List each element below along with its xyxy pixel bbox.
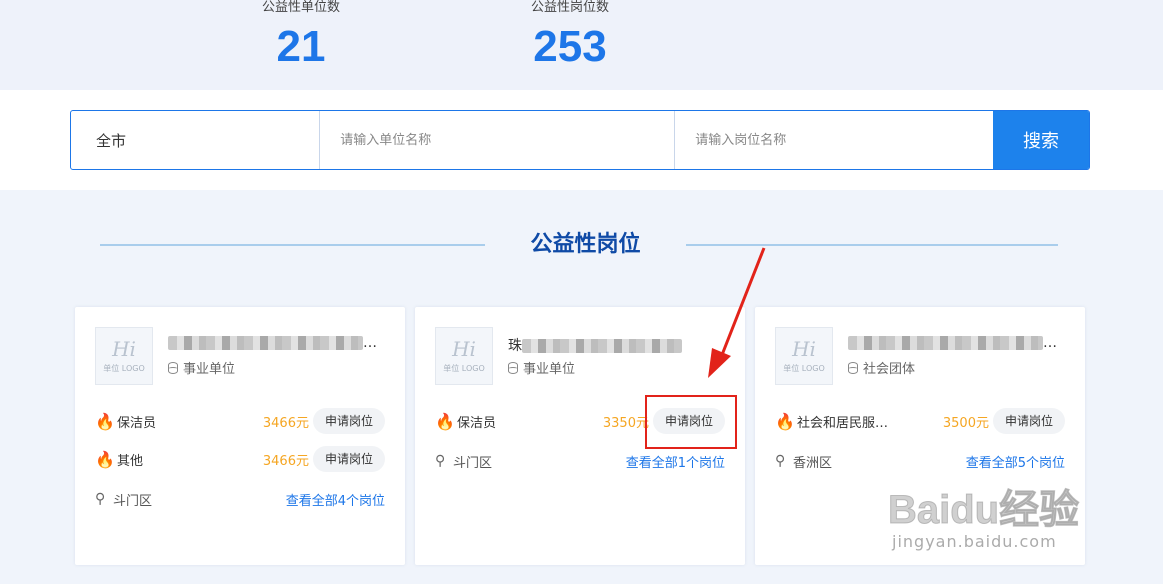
baidu-watermark: Baidu经验 jingyan.baidu.com <box>888 488 1158 560</box>
view-all-link[interactable]: 查看全部1个岗位 <box>626 452 725 471</box>
search-button[interactable]: 搜索 <box>993 111 1089 169</box>
view-all-link[interactable]: 查看全部4个岗位 <box>286 490 385 509</box>
org-logo: Hi 单位 LOGO <box>95 327 153 385</box>
stat-label: 公益性岗位数 <box>530 0 609 15</box>
org-name[interactable]: … <box>168 335 378 355</box>
job-salary: 3466元 <box>262 453 309 469</box>
apply-button[interactable]: 申请岗位 <box>312 446 385 472</box>
job-row: 🔥 保洁员 3466元 申请岗位 <box>95 407 385 435</box>
card-footer: ⚲ 斗门区 查看全部4个岗位 <box>95 487 385 511</box>
location-pin-icon: ⚲ <box>775 453 786 469</box>
org-logo: Hi 单位 LOGO <box>435 327 493 385</box>
stat-value: 21 <box>276 22 326 71</box>
database-icon <box>168 361 178 374</box>
search-section: 全市 搜索 <box>0 90 1163 190</box>
district: 斗门区 <box>113 493 153 509</box>
card-footer: ⚲ 香洲区 查看全部5个岗位 <box>775 449 1065 473</box>
blurred-name <box>168 336 363 350</box>
stat-value: 253 <box>533 22 607 71</box>
location-pin-icon: ⚲ <box>95 491 106 507</box>
unit-name-input[interactable] <box>320 111 676 169</box>
apply-button[interactable]: 申请岗位 <box>312 408 385 434</box>
job-row: 🔥 其他 3466元 申请岗位 <box>95 445 385 473</box>
stats-header: 公益性单位数 21 公益性岗位数 253 <box>0 0 1163 90</box>
job-salary: 3500元 <box>942 415 989 431</box>
job-salary: 3350元 <box>602 415 649 431</box>
search-bar: 全市 搜索 <box>70 110 1090 170</box>
post-name-input[interactable] <box>675 111 994 169</box>
job-name[interactable]: 其他 <box>117 450 263 469</box>
location-pin-icon: ⚲ <box>435 453 446 469</box>
blurred-name <box>848 336 1043 350</box>
logo-text: 单位 LOGO <box>443 364 485 373</box>
watermark-url: jingyan.baidu.com <box>892 532 1057 551</box>
stat-label: 公益性单位数 <box>261 0 340 15</box>
org-name[interactable]: … <box>848 335 1058 355</box>
org-card[interactable]: Hi 单位 LOGO … 事业单位 🔥 保洁员 3466元 申请岗位 🔥 其他 … <box>75 307 405 565</box>
org-type: 社会团体 <box>848 358 915 377</box>
blurred-name <box>522 339 682 353</box>
section-title-text: 公益性岗位 <box>530 232 641 257</box>
database-icon <box>848 361 858 374</box>
title-divider-right <box>686 244 1058 246</box>
title-divider-left <box>100 244 485 246</box>
watermark-brand: Baidu经验 <box>888 488 1080 533</box>
red-highlight-box <box>645 395 737 449</box>
org-logo: Hi 单位 LOGO <box>775 327 833 385</box>
job-salary: 3466元 <box>262 415 309 431</box>
city-select[interactable]: 全市 <box>71 111 321 169</box>
district: 香洲区 <box>793 455 833 471</box>
org-type: 事业单位 <box>508 358 575 377</box>
org-type: 事业单位 <box>168 358 235 377</box>
job-name[interactable]: 保洁员 <box>117 412 263 431</box>
fire-icon: 🔥 <box>775 411 795 431</box>
database-icon <box>508 361 518 374</box>
section-title: 公益性岗位 <box>0 228 1163 264</box>
logo-text: 单位 LOGO <box>783 364 825 373</box>
view-all-link[interactable]: 查看全部5个岗位 <box>966 452 1065 471</box>
card-footer: ⚲ 斗门区 查看全部1个岗位 <box>435 449 725 473</box>
stat-unit-count: 公益性单位数 21 <box>246 0 356 72</box>
fire-icon: 🔥 <box>95 449 115 469</box>
job-name[interactable]: 保洁员 <box>457 412 603 431</box>
job-row: 🔥 社会和居民服… 3500元 申请岗位 <box>775 407 1065 435</box>
org-card[interactable]: Hi 单位 LOGO 珠 事业单位 🔥 保洁员 3350元 申请岗位 ⚲ 斗门区… <box>415 307 745 565</box>
fire-icon: 🔥 <box>95 411 115 431</box>
org-name[interactable]: 珠 <box>508 335 718 355</box>
district: 斗门区 <box>453 455 493 471</box>
fire-icon: 🔥 <box>435 411 455 431</box>
logo-text: 单位 LOGO <box>103 364 145 373</box>
stat-post-count: 公益性岗位数 253 <box>515 0 625 72</box>
job-name[interactable]: 社会和居民服… <box>797 412 943 431</box>
apply-button[interactable]: 申请岗位 <box>992 408 1065 434</box>
